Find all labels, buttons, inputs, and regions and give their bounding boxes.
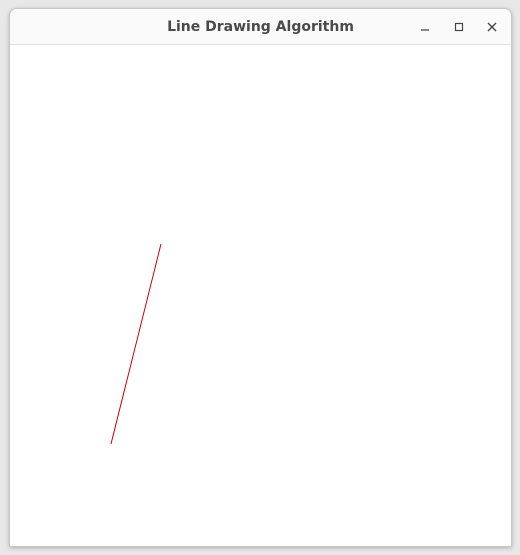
close-button[interactable]	[483, 18, 501, 36]
minimize-icon	[421, 29, 429, 31]
window-title: Line Drawing Algorithm	[167, 19, 354, 35]
title-bar[interactable]: Line Drawing Algorithm	[10, 9, 511, 45]
close-icon	[487, 22, 497, 32]
minimize-button[interactable]	[416, 18, 434, 36]
app-window: Line Drawing Algorithm	[9, 8, 512, 547]
canvas-surface	[110, 243, 162, 445]
drawing-canvas[interactable]	[10, 45, 511, 546]
drawn-line	[110, 243, 162, 445]
maximize-button[interactable]	[450, 18, 468, 36]
maximize-icon	[454, 22, 464, 32]
